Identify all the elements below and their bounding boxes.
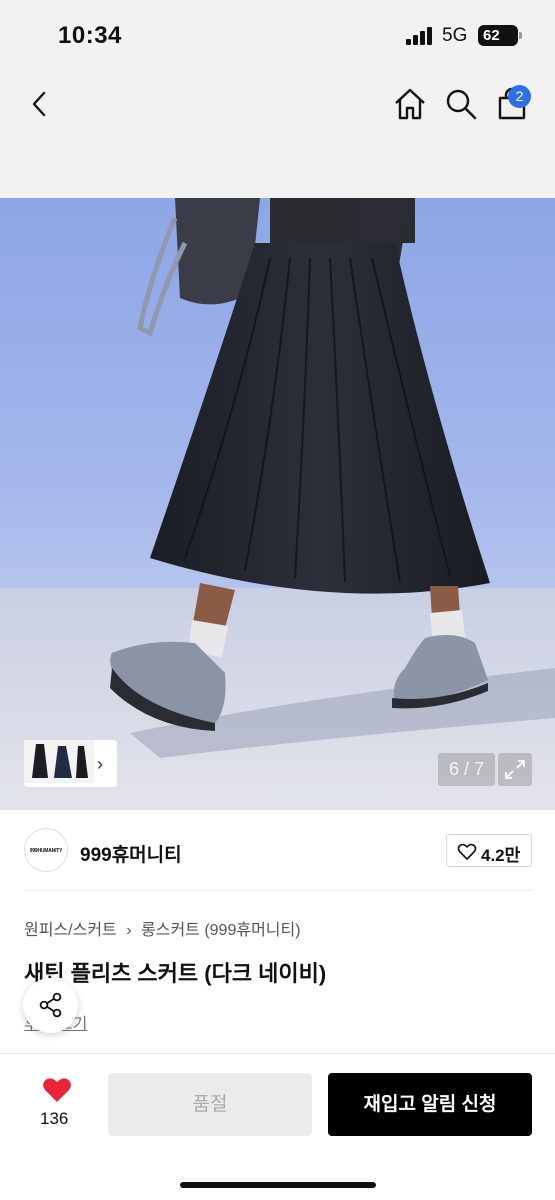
brand-name[interactable]: 999휴머니티: [80, 840, 182, 867]
status-time: 10:34: [58, 22, 122, 49]
product-photo: [0, 198, 555, 810]
home-indicator: [180, 1182, 376, 1188]
breadcrumb-item-category[interactable]: 원피스/스커트: [24, 916, 117, 940]
expand-button[interactable]: [498, 753, 532, 786]
product-title: 새틴 플리츠 스커트 (다크 네이비): [24, 961, 327, 986]
heart-filled-icon[interactable]: [42, 1076, 72, 1104]
network-type: 5G: [442, 25, 468, 46]
share-button[interactable]: [23, 978, 78, 1033]
heart-outline-icon: [457, 843, 477, 860]
bottom-action-bar: 136 품절 재입고 알림 신청: [0, 1053, 555, 1200]
cart-count-badge: 2: [508, 85, 531, 108]
brand-like-count: 4.2만: [481, 846, 521, 865]
battery-indicator: 62: [478, 25, 522, 46]
image-page-counter: 6 / 7: [438, 753, 495, 786]
breadcrumb-separator: ›: [126, 922, 132, 939]
wishlist-count: 136: [40, 1109, 69, 1128]
thumbnail-strip[interactable]: [24, 740, 117, 787]
restock-alert-button[interactable]: 재입고 알림 신청: [328, 1073, 532, 1136]
breadcrumb: 원피스/스커트 › 롱스커트 (999휴머니티): [24, 916, 301, 940]
expand-icon: [505, 760, 525, 779]
thumbnail-next-icon[interactable]: ›: [97, 754, 103, 775]
product-image-gallery[interactable]: › 6 / 7: [0, 198, 555, 810]
brand-logo[interactable]: 999HUMANITY: [24, 828, 68, 872]
breadcrumb-item-subcategory[interactable]: 롱스커트 (999휴머니티): [141, 916, 301, 940]
search-icon[interactable]: [444, 87, 478, 121]
signal-icon: [406, 27, 432, 45]
brand-like-button[interactable]: 4.2만: [446, 834, 532, 867]
thumbnail-image: [24, 740, 94, 783]
chevron-left-icon[interactable]: [26, 88, 54, 120]
top-nav: 2: [0, 70, 555, 198]
status-bar: 10:34 5G 62: [0, 0, 555, 70]
home-icon[interactable]: [392, 86, 428, 122]
soldout-button[interactable]: 품절: [108, 1073, 312, 1136]
share-icon: [39, 992, 62, 1018]
divider: [24, 890, 532, 891]
brand-row[interactable]: 999HUMANITY 999휴머니티 4.2만: [0, 810, 555, 892]
